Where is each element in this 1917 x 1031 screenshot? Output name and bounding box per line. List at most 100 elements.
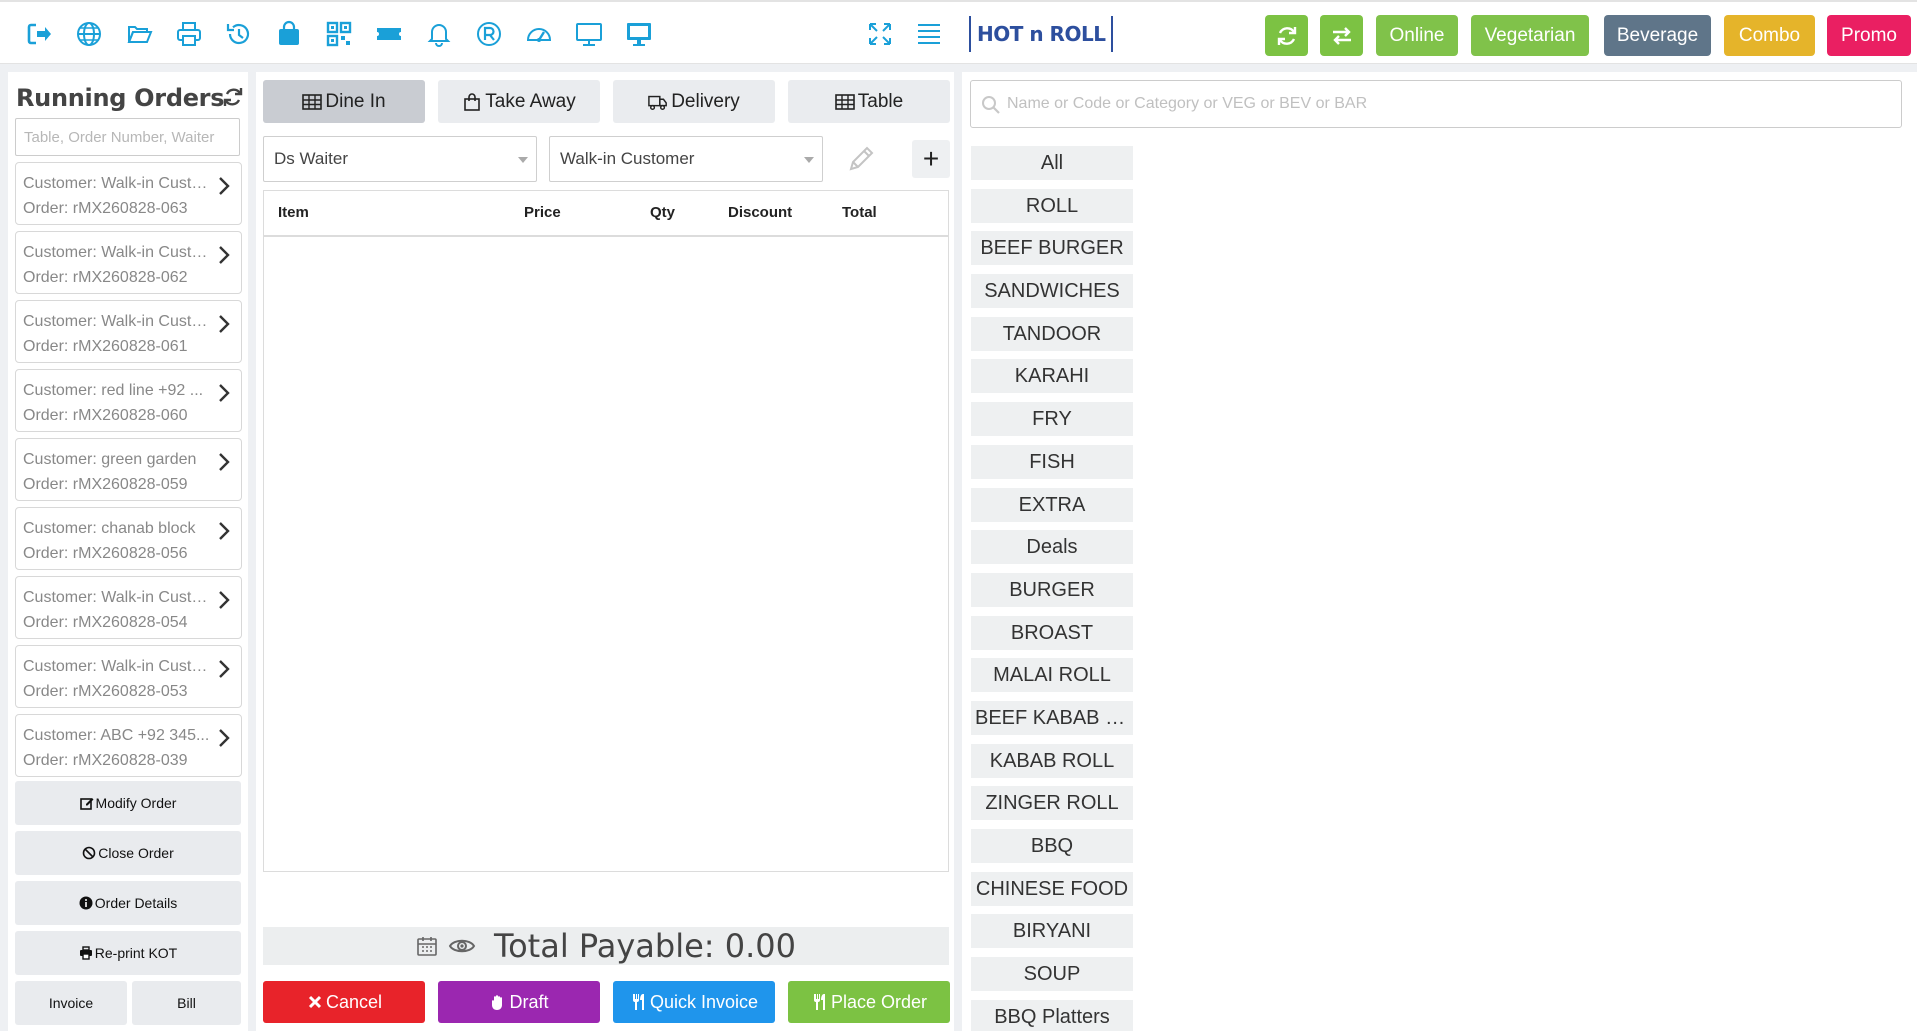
running-orders-search-input[interactable]	[15, 118, 240, 156]
toolbar-icons	[14, 14, 664, 54]
vegetarian-button[interactable]: Vegetarian	[1471, 15, 1589, 56]
cancel-button[interactable]: Cancel	[263, 981, 425, 1023]
category-item[interactable]: BURGER	[971, 572, 1133, 607]
customer-select-value: Walk-in Customer	[560, 149, 695, 168]
category-item[interactable]: BBQ	[971, 829, 1133, 863]
modify-order-label: Modify Order	[95, 795, 177, 811]
category-item[interactable]: KABAB ROLL	[971, 743, 1133, 778]
order-customer: Customer: Walk-in Customer	[23, 658, 213, 675]
running-order-card[interactable]: Customer: chanab block Order: rMX260828-0…	[15, 507, 242, 570]
running-order-card[interactable]: Customer: Walk-in Customer Order: rMX2608…	[15, 645, 242, 708]
calendar-icon[interactable]	[416, 935, 438, 957]
eye-icon[interactable]	[448, 935, 476, 957]
menu-search-input[interactable]	[1007, 89, 1887, 119]
waiter-select[interactable]: Ds Waiter	[263, 136, 537, 182]
monitor-icon[interactable]	[564, 14, 614, 54]
category-item[interactable]: BEEF BURGER	[971, 231, 1133, 266]
dashboard-icon[interactable]	[514, 14, 564, 54]
total-payable-text: Total Payable: 0.00	[493, 927, 796, 965]
category-item[interactable]: TANDOOR	[971, 316, 1133, 351]
category-item[interactable]: Deals	[971, 530, 1133, 565]
shopping-bag-icon	[464, 92, 481, 111]
bill-button[interactable]: Bill	[132, 981, 241, 1025]
reprint-kot-label: Re-print KOT	[94, 945, 178, 961]
logout-icon[interactable]	[14, 14, 64, 54]
close-order-button[interactable]: Close Order	[15, 831, 241, 875]
category-item[interactable]: BBQ Platters	[971, 999, 1133, 1031]
category-item[interactable]: SOUP	[971, 957, 1133, 992]
running-order-card[interactable]: Customer: red line +92 ... Order: rMX2608…	[15, 369, 242, 432]
tab-dine-in[interactable]: Dine In	[263, 80, 425, 123]
invoice-button[interactable]: Invoice	[15, 981, 127, 1025]
combo-button[interactable]: Combo	[1724, 15, 1815, 56]
fullscreen-icon[interactable]	[866, 20, 894, 53]
category-item[interactable]: ZINGER ROLL	[971, 786, 1133, 821]
category-item[interactable]: EXTRA	[971, 487, 1133, 522]
draft-button[interactable]: Draft	[438, 981, 600, 1023]
registered-icon[interactable]	[464, 14, 514, 54]
truck-icon	[648, 95, 668, 110]
tab-table[interactable]: Table	[788, 80, 950, 123]
refresh-button[interactable]	[1265, 15, 1308, 56]
running-order-card[interactable]: Customer: Walk-in Customer Order: rMX2608…	[15, 300, 242, 363]
qrcode-icon[interactable]	[314, 14, 364, 54]
order-details-button[interactable]: Order Details	[15, 881, 241, 925]
history-icon[interactable]	[214, 14, 264, 54]
tab-delivery[interactable]: Delivery	[613, 80, 775, 123]
globe-icon[interactable]	[64, 14, 114, 54]
promo-button[interactable]: Promo	[1827, 15, 1911, 56]
column-header-total: Total	[842, 204, 877, 221]
modify-order-button[interactable]: Modify Order	[15, 781, 241, 825]
total-payable-bar: Total Payable: 0.00	[263, 927, 949, 965]
bell-icon[interactable]	[414, 14, 464, 54]
beverage-button[interactable]: Beverage	[1604, 15, 1711, 56]
running-order-card[interactable]: Customer: green garden Order: rMX260828-0…	[15, 438, 242, 501]
category-item[interactable]: KARAHI	[971, 359, 1133, 394]
running-order-card[interactable]: Customer: Walk-in Customer Order: rMX2608…	[15, 162, 242, 225]
order-number: Order: rMX260828-059	[23, 476, 188, 493]
shopping-bag-icon[interactable]	[264, 14, 314, 54]
add-customer-button[interactable]: +	[912, 140, 950, 178]
exchange-icon	[1332, 26, 1351, 45]
tab-take-away[interactable]: Take Away	[438, 80, 600, 123]
online-button[interactable]: Online	[1376, 15, 1458, 56]
print-icon[interactable]	[164, 14, 214, 54]
category-item[interactable]: BROAST	[971, 615, 1133, 650]
refresh-icon	[1277, 26, 1296, 45]
order-number: Order: rMX260828-056	[23, 545, 188, 562]
category-item[interactable]: FISH	[971, 444, 1133, 479]
edit-icon	[79, 798, 94, 810]
refresh-icon[interactable]	[222, 86, 244, 108]
running-order-card[interactable]: Customer: ABC +92 345... Order: rMX260828…	[15, 714, 242, 777]
desktop-icon[interactable]	[614, 14, 664, 54]
running-order-card[interactable]: Customer: Walk-in Customer Order: rMX2608…	[15, 576, 242, 639]
tab-table-label: Table	[857, 90, 904, 112]
order-customer: Customer: Walk-in Customer	[23, 175, 213, 192]
running-order-card[interactable]: Customer: Walk-in Customer Order: rMX2608…	[15, 231, 242, 294]
edit-customer-pencil-icon[interactable]	[845, 143, 877, 175]
category-item[interactable]: BEEF KABAB ROLL	[971, 700, 1133, 735]
category-list: All ROLL BEEF BURGER SANDWICHES TANDOOR KARAH…	[971, 146, 1135, 1031]
category-item[interactable]: FRY	[971, 402, 1133, 437]
column-header-qty: Qty	[650, 204, 676, 221]
swap-button[interactable]	[1320, 15, 1363, 56]
quick-invoice-button[interactable]: Quick Invoice	[613, 981, 775, 1023]
category-item[interactable]: MALAI ROLL	[971, 658, 1133, 693]
chevron-right-icon	[219, 729, 230, 747]
ticket-icon[interactable]	[364, 14, 414, 54]
category-item[interactable]: BIRYANI	[971, 914, 1133, 949]
table-icon	[834, 93, 855, 110]
hamburger-menu-icon[interactable]	[915, 20, 943, 53]
category-item[interactable]: SANDWICHES	[971, 274, 1133, 309]
category-item[interactable]: CHINESE FOOD	[971, 871, 1133, 906]
folder-open-icon[interactable]	[114, 14, 164, 54]
category-item[interactable]: ROLL	[971, 188, 1133, 223]
brand-logo: HOT n ROLL	[969, 16, 1114, 52]
chevron-right-icon	[219, 315, 230, 333]
chevron-right-icon	[219, 384, 230, 402]
place-order-button[interactable]: Place Order	[788, 981, 950, 1023]
reprint-kot-button[interactable]: Re-print KOT	[15, 931, 241, 975]
category-item[interactable]: All	[971, 146, 1133, 180]
top-bar: HOT n ROLL Online Vegetarian Beverage Co…	[0, 0, 1917, 64]
customer-select[interactable]: Walk-in Customer	[549, 136, 823, 182]
